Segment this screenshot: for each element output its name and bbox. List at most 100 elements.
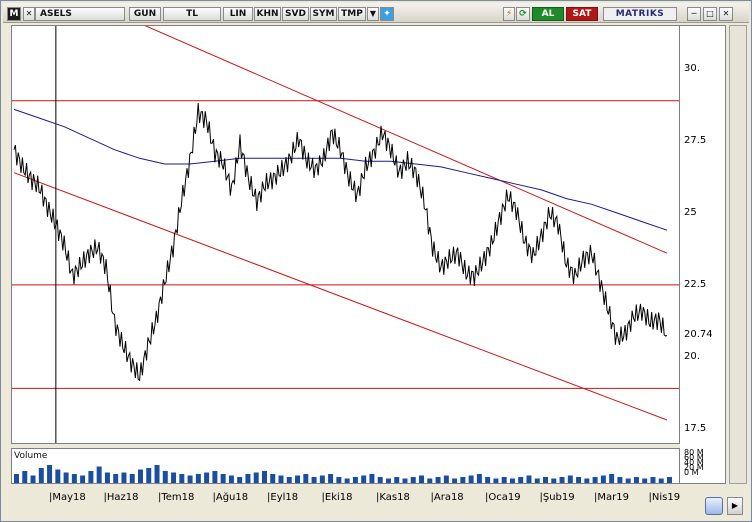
- volume-bar: [460, 477, 466, 483]
- volume-bar: [543, 477, 549, 483]
- y-tick-label: 20.: [684, 350, 700, 362]
- volume-bar: [584, 478, 590, 483]
- volume-bar: [526, 475, 532, 483]
- volume-bar: [228, 475, 234, 483]
- y-tick-label: 17.5: [684, 422, 707, 434]
- trendline-0: [144, 26, 668, 254]
- volume-bar: [303, 474, 309, 483]
- volume-label: Volume: [14, 451, 48, 461]
- volume-bar: [551, 478, 557, 483]
- volume-bar: [245, 474, 251, 483]
- volume-bar: [171, 472, 177, 483]
- price-plot[interactable]: [11, 25, 680, 444]
- close-icon[interactable]: ✕: [719, 7, 733, 21]
- volume-bar: [261, 471, 267, 483]
- volume-bar: [14, 474, 19, 483]
- scale-button[interactable]: LIN: [223, 7, 253, 21]
- scroll-right-icon[interactable]: ▶: [727, 497, 743, 515]
- volume-bar: [344, 478, 350, 483]
- volume-bar: [319, 475, 325, 483]
- minimize-icon[interactable]: ─: [687, 7, 701, 21]
- refresh-icon[interactable]: ⟳: [516, 7, 530, 21]
- tmp-button[interactable]: TMP: [338, 7, 366, 21]
- menu-button[interactable]: M: [7, 7, 21, 21]
- volume-bar: [600, 475, 606, 483]
- sell-button[interactable]: SAT: [566, 7, 598, 21]
- volume-bar: [650, 477, 656, 483]
- volume-bar: [22, 471, 28, 483]
- volume-bar: [609, 474, 615, 483]
- volume-bar: [369, 474, 375, 483]
- moving-average-line: [13, 108, 668, 231]
- volume-bar: [567, 475, 573, 483]
- volume-bar: [468, 475, 474, 483]
- currency-button[interactable]: TL: [163, 7, 221, 21]
- volume-bar: [121, 472, 127, 483]
- volume-bar: [328, 474, 334, 483]
- volume-bar: [352, 477, 358, 483]
- lightning-icon[interactable]: ⚡: [503, 7, 515, 21]
- volume-bar: [642, 478, 648, 483]
- y-tick-label: 25: [684, 206, 697, 218]
- volume-bar: [361, 475, 367, 483]
- volume-bar: [88, 471, 94, 483]
- volume-bar: [38, 468, 44, 483]
- symbol-field[interactable]: ASELS: [35, 7, 125, 21]
- period-button[interactable]: GUN: [129, 7, 161, 21]
- volume-bar: [179, 474, 185, 483]
- khn-button[interactable]: KHN: [254, 7, 281, 21]
- maximize-icon[interactable]: □: [703, 7, 717, 21]
- x-tick-label: |Mar19: [594, 492, 629, 503]
- volume-bar: [443, 475, 449, 483]
- volume-bar: [154, 465, 160, 483]
- volume-bar: [55, 469, 61, 483]
- volume-bar: [96, 466, 102, 483]
- volume-bar: [311, 477, 317, 483]
- volume-bar: [195, 474, 201, 483]
- x-tick-label: |Oca19: [485, 492, 521, 503]
- close-symbol-icon[interactable]: ✕: [23, 7, 35, 21]
- volume-bar: [427, 478, 433, 483]
- volume-bar: [493, 478, 499, 483]
- volume-bar: [113, 474, 119, 483]
- volume-bar: [385, 478, 391, 483]
- x-tick-label: |Haz18: [103, 492, 139, 503]
- chart-toolbar: M ✕ ASELS GUN TL LIN KHN SVD SYM TMP ▼ ✦…: [3, 3, 749, 23]
- volume-bar: [377, 477, 383, 483]
- x-tick-label: |Ağu18: [212, 492, 249, 503]
- brand-logo: MATRIKS: [603, 7, 677, 21]
- last-price-label: 20.74: [684, 329, 713, 341]
- volume-bar: [476, 474, 482, 483]
- price-chart-svg: [12, 26, 679, 443]
- x-tick-label: |Nis19: [648, 492, 681, 503]
- volume-bar: [592, 477, 598, 483]
- buy-button[interactable]: AL: [532, 7, 564, 21]
- volume-pane[interactable]: Volume: [11, 448, 680, 484]
- volume-bar: [104, 472, 110, 483]
- date-axis[interactable]: |May18 |Haz18 |Tem18 |Ağu18 |Eyl18 |Eki18 |Kas…: [11, 488, 680, 510]
- volume-bar: [410, 477, 416, 483]
- volume-bar: [625, 478, 631, 483]
- volume-bar: [286, 477, 292, 483]
- volume-bar: [518, 477, 524, 483]
- price-axis[interactable]: 17.5 20. 22.5 25 27.5 30. 20.74 80 M 60 M 40 M 20 …: [680, 25, 726, 484]
- twitter-icon[interactable]: ✦: [380, 7, 394, 21]
- volume-bar: [617, 477, 623, 483]
- volume-bar: [534, 478, 540, 483]
- volume-bar: [501, 477, 507, 483]
- sym-button[interactable]: SYM: [310, 7, 337, 21]
- y-tick-label: 30.: [684, 63, 700, 75]
- chart-window: M ✕ ASELS GUN TL LIN KHN SVD SYM TMP ▼ ✦…: [0, 0, 752, 522]
- x-tick-label: |Eyl18: [267, 492, 299, 503]
- x-tick-label: |Tem18: [158, 492, 195, 503]
- sync-icon[interactable]: [705, 497, 723, 515]
- volume-bar: [47, 465, 53, 483]
- vertical-scrollbar[interactable]: [729, 25, 747, 484]
- volume-bar: [162, 471, 168, 483]
- volume-bar: [419, 475, 425, 483]
- volume-bar: [129, 474, 135, 483]
- volume-bar: [71, 474, 77, 483]
- svd-button[interactable]: SVD: [282, 7, 309, 21]
- chevron-down-icon[interactable]: ▼: [367, 7, 379, 21]
- x-tick-label: |Kas18: [376, 492, 410, 503]
